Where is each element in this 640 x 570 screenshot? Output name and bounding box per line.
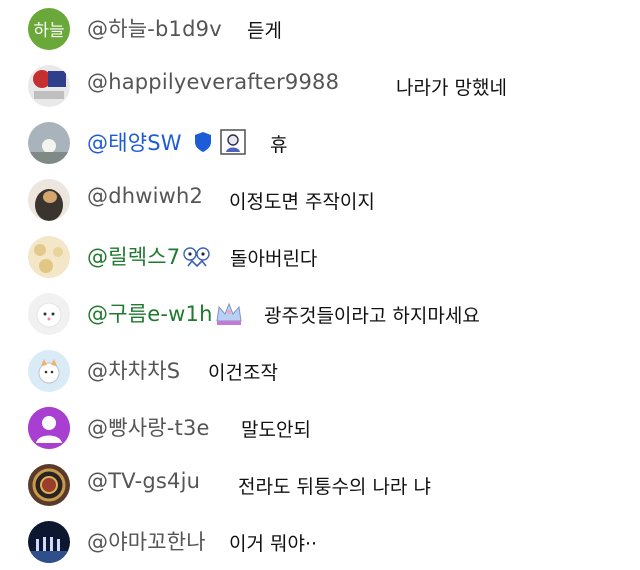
avatar[interactable] [28, 520, 70, 563]
avatar-image [28, 121, 70, 164]
author-name[interactable]: @구름e-w1h [87, 298, 213, 328]
author-name[interactable]: @태양SW [87, 127, 182, 157]
member-badge-icon [220, 129, 246, 159]
message-text: 나라가 망했네 [396, 77, 507, 99]
chat-message: @야마꼬한나 이거 뭐야·· [0, 513, 640, 570]
chat-message: @태양SW 휴 [0, 114, 640, 171]
message-text: 휴 [270, 134, 288, 156]
chat-message: @TV-gs4ju 전라도 뒤퉁수의 나라 냐 [0, 456, 640, 513]
avatar-image [28, 235, 70, 278]
message-text: 듣게 [247, 20, 282, 42]
avatar-image [28, 463, 70, 506]
chat-message: @happilyeverafter9988 나라가 망했네 [0, 57, 640, 114]
message-text: 돌아버린다 [230, 248, 318, 270]
author-name[interactable]: @TV-gs4ju [87, 469, 200, 493]
avatar[interactable] [28, 406, 70, 449]
chat-message: 하늘 @하늘-b1d9v 듣게 [0, 0, 640, 57]
chat-message: @dhwiwh2 이정도면 주작이지 [0, 171, 640, 228]
shield-icon [193, 131, 213, 157]
author-name[interactable]: @하늘-b1d9v [87, 13, 222, 43]
avatar-text: 하늘 [33, 21, 65, 41]
message-text: 전라도 뒤퉁수의 나라 냐 [238, 476, 431, 498]
crown-badge-icon [214, 299, 244, 331]
avatar-image [28, 349, 70, 392]
chat-message: @릴렉스7 돌아버린다 [0, 228, 640, 285]
avatar[interactable] [28, 64, 70, 107]
author-name[interactable]: @dhwiwh2 [87, 184, 203, 208]
avatar[interactable] [28, 121, 70, 164]
avatar-image [28, 178, 70, 221]
author-name[interactable]: @happilyeverafter9988 [87, 70, 339, 94]
avatar[interactable] [28, 178, 70, 221]
avatar[interactable] [28, 292, 70, 335]
message-text: 말도안되 [241, 419, 311, 441]
author-name[interactable]: @빵사랑-t3e [87, 412, 210, 442]
message-text: 이정도면 주작이지 [229, 191, 375, 213]
author-name[interactable]: @릴렉스7 [87, 241, 180, 271]
live-chat-list: 하늘 @하늘-b1d9v 듣게 @happilyeverafter9988 나라… [0, 0, 640, 567]
avatar-image [28, 292, 70, 335]
member-badge-icon [182, 242, 212, 274]
avatar[interactable] [28, 349, 70, 392]
chat-message: @구름e-w1h 광주것들이라고 하지마세요 [0, 285, 640, 342]
chat-message: @빵사랑-t3e 말도안되 [0, 399, 640, 456]
author-name[interactable]: @차차차S [87, 355, 180, 385]
chat-message: @차차차S 이건조작 [0, 342, 640, 399]
message-text: 이건조작 [208, 362, 278, 384]
message-text: 이거 뭐야·· [229, 533, 318, 555]
message-text: 광주것들이라고 하지마세요 [264, 305, 480, 327]
avatar-image [28, 64, 70, 107]
avatar-image [28, 520, 70, 563]
default-user-icon [28, 406, 70, 449]
avatar[interactable]: 하늘 [28, 7, 70, 50]
avatar[interactable] [28, 235, 70, 278]
author-name[interactable]: @야마꼬한나 [87, 526, 206, 556]
avatar[interactable] [28, 463, 70, 506]
